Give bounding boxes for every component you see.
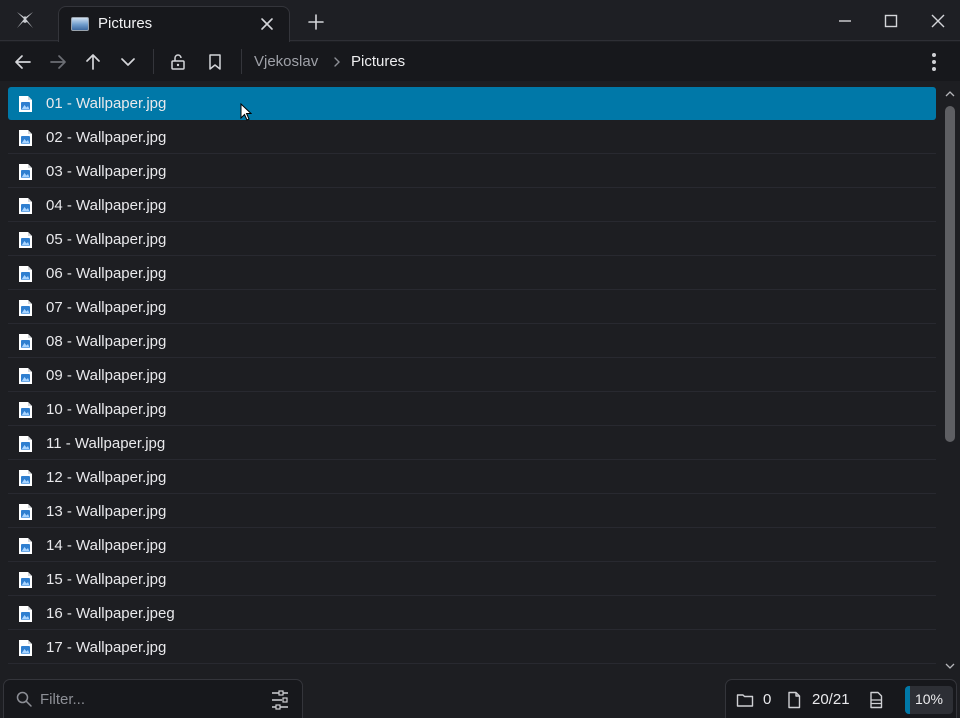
- file-name: 01 - Wallpaper.jpg: [46, 95, 167, 112]
- file-icon: [788, 691, 801, 709]
- chevron-down-icon: [121, 58, 135, 66]
- history-dropdown-button[interactable]: [115, 49, 141, 75]
- filter-options-icon[interactable]: [270, 690, 290, 710]
- toolbar-divider: [153, 49, 154, 74]
- image-file-icon: [19, 402, 32, 418]
- chevron-right-icon: [334, 57, 340, 67]
- file-name: 13 - Wallpaper.jpg: [46, 503, 167, 520]
- file-count: 20/21: [812, 691, 850, 708]
- file-row[interactable]: 04 - Wallpaper.jpg: [8, 189, 936, 222]
- image-file-icon: [19, 504, 32, 520]
- file-list[interactable]: 01 - Wallpaper.jpg 02 - Wallpaper.jpg 03 -…: [0, 86, 940, 674]
- file-row[interactable]: 10 - Wallpaper.jpg: [8, 393, 936, 426]
- image-file-icon: [19, 538, 32, 554]
- more-options-button[interactable]: [926, 52, 942, 72]
- image-file-icon: [19, 470, 32, 486]
- file-row[interactable]: 13 - Wallpaper.jpg: [8, 495, 936, 528]
- up-icon: [86, 54, 100, 70]
- folder-count: 0: [763, 691, 772, 708]
- new-tab-button[interactable]: [304, 10, 328, 34]
- scrollbar-thumb[interactable]: [945, 106, 955, 442]
- image-file-icon: [19, 232, 32, 248]
- image-file-icon: [19, 436, 32, 452]
- search-icon: [16, 691, 32, 707]
- file-row[interactable]: 17 - Wallpaper.jpg: [8, 631, 936, 664]
- image-file-icon: [19, 300, 32, 316]
- image-file-icon: [19, 334, 32, 350]
- zoom-level-button[interactable]: 10%: [905, 686, 953, 714]
- file-name: 10 - Wallpaper.jpg: [46, 401, 167, 418]
- file-name: 08 - Wallpaper.jpg: [46, 333, 167, 350]
- file-name: 05 - Wallpaper.jpg: [46, 231, 167, 248]
- image-file-icon: [19, 572, 32, 588]
- file-row[interactable]: 03 - Wallpaper.jpg: [8, 155, 936, 188]
- file-name: 16 - Wallpaper.jpeg: [46, 605, 175, 622]
- forward-icon: [50, 55, 66, 69]
- status-bar: 0 20/21 10%: [0, 677, 960, 718]
- filter-box: [3, 679, 303, 718]
- file-name: 12 - Wallpaper.jpg: [46, 469, 167, 486]
- breadcrumb-current[interactable]: Pictures: [351, 53, 405, 70]
- file-name: 11 - Wallpaper.jpg: [46, 435, 166, 452]
- image-file-icon: [19, 164, 32, 180]
- minimize-button[interactable]: [830, 8, 860, 34]
- file-name: 14 - Wallpaper.jpg: [46, 537, 167, 554]
- zoom-level: 10%: [914, 691, 944, 707]
- close-tab-icon[interactable]: [259, 16, 275, 32]
- file-row[interactable]: 07 - Wallpaper.jpg: [8, 291, 936, 324]
- image-file-icon: [19, 368, 32, 384]
- file-name: 09 - Wallpaper.jpg: [46, 367, 167, 384]
- more-icon: [932, 53, 936, 57]
- file-row[interactable]: 15 - Wallpaper.jpg: [8, 563, 936, 596]
- back-icon: [15, 55, 31, 69]
- image-file-icon: [19, 606, 32, 622]
- breadcrumb-parent[interactable]: Vjekoslav: [254, 53, 318, 70]
- file-row[interactable]: 01 - Wallpaper.jpg: [8, 87, 936, 120]
- file-row[interactable]: 12 - Wallpaper.jpg: [8, 461, 936, 494]
- back-button[interactable]: [10, 49, 36, 75]
- app-logo-icon[interactable]: [10, 6, 40, 34]
- filter-input[interactable]: [40, 688, 260, 710]
- bookmark-button[interactable]: [202, 49, 228, 75]
- file-name: 15 - Wallpaper.jpg: [46, 571, 167, 588]
- file-details-icon[interactable]: [867, 691, 885, 709]
- tab-title: Pictures: [98, 15, 153, 32]
- image-file-icon: [19, 640, 32, 656]
- maximize-button[interactable]: [876, 8, 906, 34]
- file-name: 04 - Wallpaper.jpg: [46, 197, 167, 214]
- scroll-down-icon[interactable]: [945, 662, 955, 670]
- toolbar-divider: [241, 49, 242, 74]
- file-row[interactable]: 08 - Wallpaper.jpg: [8, 325, 936, 358]
- file-row[interactable]: 09 - Wallpaper.jpg: [8, 359, 936, 392]
- file-name: 06 - Wallpaper.jpg: [46, 265, 167, 282]
- file-name: 03 - Wallpaper.jpg: [46, 163, 167, 180]
- file-name: 07 - Wallpaper.jpg: [46, 299, 167, 316]
- image-file-icon: [19, 96, 32, 112]
- file-name: 17 - Wallpaper.jpg: [46, 639, 167, 656]
- file-name: 02 - Wallpaper.jpg: [46, 129, 167, 146]
- file-row[interactable]: 05 - Wallpaper.jpg: [8, 223, 936, 256]
- pictures-folder-icon: [71, 17, 89, 31]
- unlock-icon: [171, 54, 185, 70]
- file-row[interactable]: 11 - Wallpaper.jpg: [8, 427, 936, 460]
- tab-pictures[interactable]: Pictures: [58, 6, 290, 42]
- close-window-button[interactable]: [923, 8, 953, 34]
- file-row[interactable]: 16 - Wallpaper.jpeg: [8, 597, 936, 630]
- vertical-scrollbar[interactable]: [940, 86, 960, 674]
- unlock-button[interactable]: [165, 49, 191, 75]
- image-file-icon: [19, 198, 32, 214]
- folder-icon: [736, 694, 754, 707]
- stats-box: 0 20/21 10%: [725, 679, 957, 718]
- file-row[interactable]: 02 - Wallpaper.jpg: [8, 121, 936, 154]
- image-file-icon: [19, 130, 32, 146]
- title-bar: Pictures: [0, 0, 960, 42]
- image-file-icon: [19, 266, 32, 282]
- scroll-up-icon[interactable]: [945, 90, 955, 98]
- bookmark-icon: [209, 54, 221, 70]
- forward-button[interactable]: [45, 49, 71, 75]
- up-button[interactable]: [80, 49, 106, 75]
- file-row[interactable]: 06 - Wallpaper.jpg: [8, 257, 936, 290]
- toolbar: Vjekoslav Pictures: [0, 42, 960, 81]
- file-row[interactable]: 14 - Wallpaper.jpg: [8, 529, 936, 562]
